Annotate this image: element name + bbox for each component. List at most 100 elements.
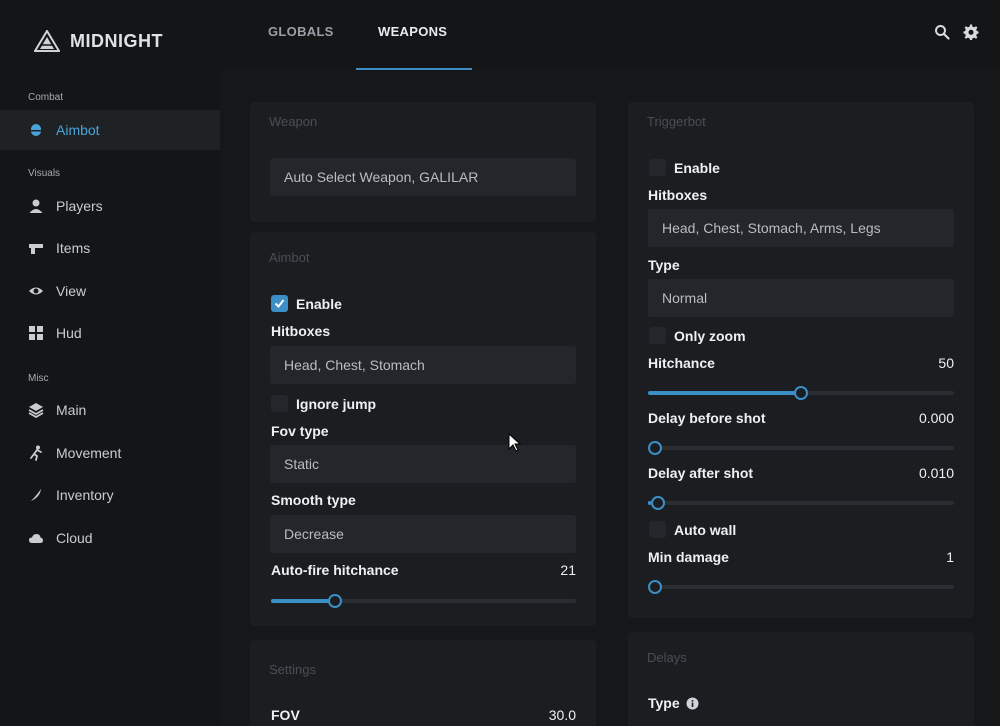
min-damage-slider[interactable] xyxy=(648,580,954,594)
only-zoom-checkbox[interactable]: Only zoom xyxy=(649,327,746,344)
delay-before-shot-value: 0.000 xyxy=(918,410,954,426)
bullet-icon xyxy=(28,122,44,138)
sidebar-item-label: Main xyxy=(56,402,87,418)
sidebar-item-label: Movement xyxy=(56,445,122,461)
checkbox-label: Enable xyxy=(296,295,342,312)
section-title-visuals: Visuals xyxy=(28,168,61,179)
panel-title: Settings xyxy=(269,662,316,677)
slider-track xyxy=(648,446,954,450)
hitchance-label: Hitchance xyxy=(648,355,715,371)
running-icon xyxy=(28,445,44,461)
brand: MIDNIGHT xyxy=(34,30,163,52)
min-damage-label: Min damage xyxy=(648,549,729,565)
delays-type-label-text: Type xyxy=(648,695,680,711)
checkbox-label: Only zoom xyxy=(674,327,746,344)
panel-title: Triggerbot xyxy=(647,114,706,129)
delays-type-label: Type xyxy=(648,695,699,711)
checkbox-box xyxy=(271,395,288,412)
checkbox-box xyxy=(649,521,666,538)
sidebar-item-view[interactable]: View xyxy=(0,271,220,311)
checkbox-box xyxy=(649,159,666,176)
triggerbot-enable-checkbox[interactable]: Enable xyxy=(649,159,720,176)
delay-after-shot-slider[interactable] xyxy=(648,496,954,510)
checkbox-label: Ignore jump xyxy=(296,395,377,412)
delay-before-shot-slider[interactable] xyxy=(648,441,954,455)
sidebar-item-label: Aimbot xyxy=(56,122,100,138)
hitboxes-label: Hitboxes xyxy=(271,323,331,339)
sidebar: MIDNIGHT Combat Aimbot Visuals Players I… xyxy=(0,0,220,726)
slider-thumb[interactable] xyxy=(794,386,808,400)
slider-track xyxy=(648,585,954,589)
sidebar-item-inventory[interactable]: Inventory xyxy=(0,475,220,515)
weapon-panel: Weapon Auto Select Weapon, GALILAR xyxy=(250,102,596,222)
sidebar-item-main[interactable]: Main xyxy=(0,390,220,430)
fov-type-label: Fov type xyxy=(271,423,329,439)
tab-weapons[interactable]: WEAPONS xyxy=(378,24,447,39)
hitchance-slider[interactable] xyxy=(648,386,954,400)
sidebar-item-hud[interactable]: Hud xyxy=(0,313,220,353)
smooth-type-select[interactable]: Decrease xyxy=(270,515,576,553)
checkbox-box xyxy=(271,295,288,312)
brand-name: MIDNIGHT xyxy=(70,30,163,51)
weapon-select[interactable]: Auto Select Weapon, GALILAR xyxy=(270,158,576,196)
sidebar-item-label: Players xyxy=(56,198,103,214)
sidebar-item-label: Items xyxy=(56,240,91,256)
delays-panel: Delays Type xyxy=(628,632,974,726)
person-icon xyxy=(28,198,44,214)
sidebar-item-label: Inventory xyxy=(56,487,114,503)
ignore-jump-checkbox[interactable]: Ignore jump xyxy=(271,395,376,412)
gear-icon[interactable] xyxy=(963,24,979,40)
delay-after-shot-label: Delay after shot xyxy=(648,465,754,481)
slider-track xyxy=(648,501,954,505)
aimbot-enable-checkbox[interactable]: Enable xyxy=(271,295,342,312)
sidebar-item-label: Hud xyxy=(56,325,82,341)
autofire-hitchance-value: 21 xyxy=(560,562,576,578)
aimbot-hitboxes-select[interactable]: Head, Chest, Stomach xyxy=(270,346,576,384)
settings-panel: Settings FOV 30.0 xyxy=(250,640,596,726)
gun-icon xyxy=(28,240,44,256)
slider-fill xyxy=(648,391,801,395)
fov-type-select[interactable]: Static xyxy=(270,445,576,483)
sidebar-item-aimbot[interactable]: Aimbot xyxy=(0,110,220,150)
checkbox-label: Enable xyxy=(674,159,720,176)
slider-thumb[interactable] xyxy=(648,580,662,594)
sidebar-item-movement[interactable]: Movement xyxy=(0,433,220,473)
section-title-misc: Misc xyxy=(28,373,49,384)
panel-title: Aimbot xyxy=(269,250,310,265)
cloud-icon xyxy=(28,530,44,546)
delay-after-shot-value: 0.010 xyxy=(918,465,954,481)
delay-before-shot-label: Delay before shot xyxy=(648,410,766,426)
slider-thumb[interactable] xyxy=(648,441,662,455)
slider-thumb[interactable] xyxy=(651,496,666,510)
triggerbot-panel: Triggerbot Enable Hitboxes Head, Chest, … xyxy=(628,102,974,618)
fov-value: 30.0 xyxy=(548,707,576,723)
triggerbot-hitboxes-select[interactable]: Head, Chest, Stomach, Arms, Legs xyxy=(648,209,954,247)
checkbox-label: Auto wall xyxy=(674,521,737,538)
type-label: Type xyxy=(648,257,680,273)
tab-globals[interactable]: GLOBALS xyxy=(268,24,334,39)
content-area: Weapon Auto Select Weapon, GALILAR Aimbo… xyxy=(220,70,1000,726)
fov-label: FOV xyxy=(271,707,300,723)
mouse-cursor-icon xyxy=(508,433,522,452)
midnight-logo-icon xyxy=(34,30,60,52)
hitboxes-label: Hitboxes xyxy=(648,187,708,203)
sidebar-item-label: Cloud xyxy=(56,530,93,546)
panel-title: Delays xyxy=(647,650,687,665)
hitchance-value: 50 xyxy=(938,355,954,371)
autofire-hitchance-label: Auto-fire hitchance xyxy=(271,562,399,578)
search-icon[interactable] xyxy=(934,24,950,40)
min-damage-value: 1 xyxy=(946,549,954,565)
eye-icon xyxy=(28,283,44,299)
sidebar-item-players[interactable]: Players xyxy=(0,186,220,226)
check-icon xyxy=(274,299,285,309)
auto-wall-checkbox[interactable]: Auto wall xyxy=(649,521,736,538)
aimbot-panel: Aimbot Enable Hitboxes Head, Chest, Stom… xyxy=(250,232,596,626)
info-icon[interactable] xyxy=(686,697,699,710)
sidebar-item-items[interactable]: Items xyxy=(0,228,220,268)
header: GLOBALS WEAPONS xyxy=(220,0,1000,70)
sidebar-item-cloud[interactable]: Cloud xyxy=(0,518,220,558)
slider-thumb[interactable] xyxy=(328,594,343,608)
triggerbot-type-select[interactable]: Normal xyxy=(648,279,954,317)
panel-title: Weapon xyxy=(269,114,318,129)
autofire-hitchance-slider[interactable] xyxy=(271,594,576,608)
